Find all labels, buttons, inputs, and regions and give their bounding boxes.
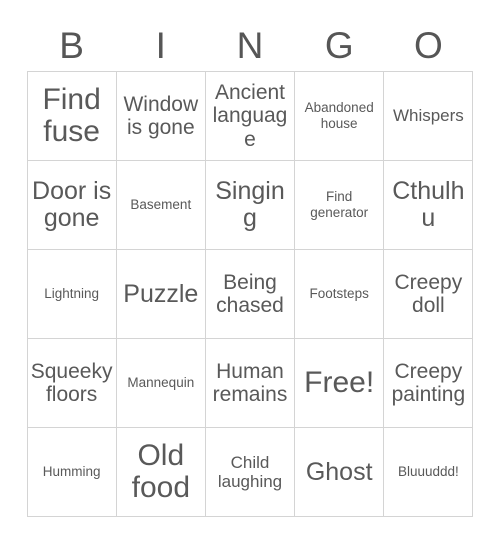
- bingo-cell[interactable]: Human remains: [204, 338, 296, 428]
- bingo-free-cell[interactable]: Free!: [294, 338, 385, 428]
- bingo-cell[interactable]: Humming: [26, 427, 117, 517]
- bingo-cell[interactable]: Creepy painting: [383, 338, 474, 428]
- bingo-cell[interactable]: Cthulhu: [383, 160, 474, 250]
- bingo-cell[interactable]: Lightning: [26, 249, 117, 339]
- header-letter-b: B: [59, 25, 84, 66]
- bingo-cell[interactable]: Creepy doll: [383, 249, 474, 339]
- bingo-cell[interactable]: Ghost: [294, 427, 385, 517]
- bingo-cell[interactable]: Basement: [115, 160, 206, 250]
- bingo-row: Door is gone Basement Singing Find gener…: [26, 160, 474, 250]
- bingo-header: B I N G O: [27, 0, 473, 68]
- bingo-cell[interactable]: Old food: [115, 427, 206, 517]
- header-letter-o: O: [414, 25, 443, 66]
- bingo-row: Find fuse Window is gone Ancient languag…: [26, 71, 474, 161]
- bingo-cell[interactable]: Find generator: [294, 160, 385, 250]
- bingo-cell[interactable]: Door is gone: [26, 160, 117, 250]
- bingo-row: Squeeky floors Mannequin Human remains F…: [26, 338, 474, 428]
- bingo-cell[interactable]: Bluuuddd!: [383, 427, 474, 517]
- bingo-cell[interactable]: Squeeky floors: [26, 338, 117, 428]
- bingo-cell[interactable]: Window is gone: [115, 71, 206, 161]
- header-letter-i: I: [155, 25, 166, 66]
- bingo-cell[interactable]: Abandoned house: [294, 71, 385, 161]
- bingo-cell[interactable]: Whispers: [383, 71, 474, 161]
- bingo-row: Humming Old food Child laughing Ghost Bl…: [26, 427, 474, 517]
- bingo-cell[interactable]: Being chased: [204, 249, 296, 339]
- header-letter-n: N: [236, 25, 264, 66]
- bingo-cell[interactable]: Puzzle: [115, 249, 206, 339]
- bingo-cell[interactable]: Mannequin: [115, 338, 206, 428]
- bingo-card: B I N G O Find fuse Window is gone Ancie…: [0, 0, 500, 544]
- bingo-row: Lightning Puzzle Being chased Footsteps …: [26, 249, 474, 339]
- bingo-cell[interactable]: Singing: [204, 160, 296, 250]
- bingo-cell[interactable]: Find fuse: [26, 71, 117, 161]
- bingo-cell[interactable]: Ancient language: [204, 71, 296, 161]
- bingo-grid: Find fuse Window is gone Ancient languag…: [26, 71, 474, 517]
- header-letter-g: G: [324, 25, 354, 66]
- bingo-cell[interactable]: Footsteps: [294, 249, 385, 339]
- bingo-cell[interactable]: Child laughing: [204, 427, 296, 517]
